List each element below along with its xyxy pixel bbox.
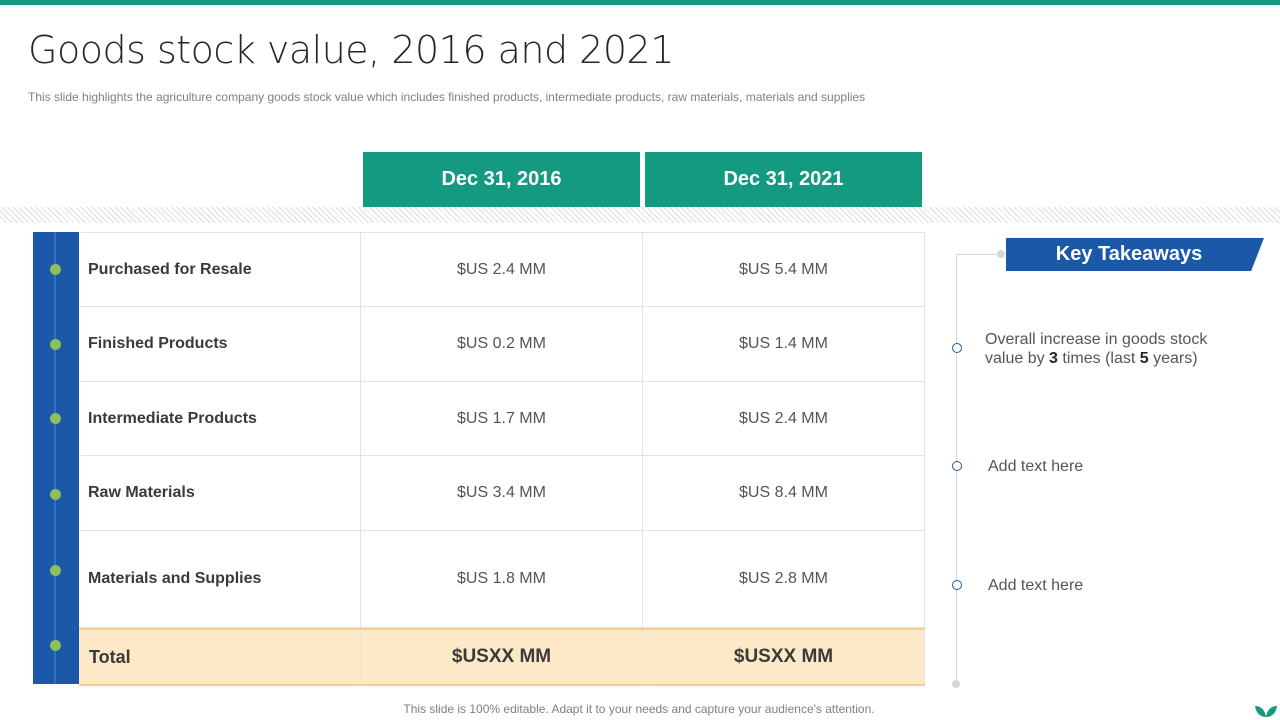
- table-row: Raw Materials $US 3.4 MM $US 8.4 MM: [79, 456, 925, 531]
- row-marker-dot: [50, 565, 61, 576]
- key-takeaways-heading: Key Takeaways: [1006, 238, 1264, 271]
- value-2021: $US 5.4 MM: [643, 233, 925, 306]
- timeline-endpoint: [952, 680, 960, 688]
- table-side-line: [54, 232, 56, 684]
- timeline-dot: [952, 343, 962, 353]
- table-row: Finished Products $US 0.2 MM $US 1.4 MM: [79, 307, 925, 382]
- timeline-dot: [952, 461, 962, 471]
- value-2021: $US 2.4 MM: [643, 382, 925, 455]
- page-title: Goods stock value, 2016 and 2021: [28, 28, 674, 72]
- value-2016: $US 0.2 MM: [361, 307, 643, 381]
- timeline-connector: [956, 254, 1002, 255]
- value-2016: $US 1.8 MM: [361, 531, 643, 627]
- value-2021: $US 8.4 MM: [643, 456, 925, 530]
- takeaway-2: Add text here: [988, 458, 1084, 475]
- value-2021: $US 2.8 MM: [643, 531, 925, 627]
- column-header-2016: Dec 31, 2016: [363, 152, 640, 207]
- table-row: Materials and Supplies $US 1.8 MM $US 2.…: [79, 531, 925, 628]
- row-marker-dot: [50, 640, 61, 651]
- takeaway-3: Add text here: [988, 577, 1084, 594]
- value-2016: $US 2.4 MM: [361, 233, 643, 306]
- row-marker-dot: [50, 489, 61, 500]
- row-label: Intermediate Products: [79, 382, 361, 455]
- takeaway-1: Overall increase in goods stock value by…: [985, 331, 1208, 367]
- table-row: Intermediate Products $US 1.7 MM $US 2.4…: [79, 382, 925, 456]
- value-2016: $US 1.7 MM: [361, 382, 643, 455]
- stock-value-table: Purchased for Resale $US 2.4 MM $US 5.4 …: [79, 232, 925, 686]
- hatched-divider: [0, 207, 1280, 223]
- row-marker-dot: [50, 264, 61, 275]
- timeline-endpoint: [997, 250, 1005, 258]
- row-label: Purchased for Resale: [79, 233, 361, 306]
- column-header-2021: Dec 31, 2021: [645, 152, 922, 207]
- table-row: Purchased for Resale $US 2.4 MM $US 5.4 …: [79, 233, 925, 307]
- total-row: Total $USXX MM $USXX MM: [79, 628, 925, 686]
- row-marker-dot: [50, 413, 61, 424]
- top-accent-bar: [0, 0, 1280, 5]
- row-label: Finished Products: [79, 307, 361, 381]
- value-2016: $US 3.4 MM: [361, 456, 643, 530]
- total-2016: $USXX MM: [361, 630, 643, 684]
- timeline-dot: [952, 580, 962, 590]
- leaf-logo-icon: [1255, 706, 1277, 717]
- row-marker-dot: [50, 339, 61, 350]
- value-2021: $US 1.4 MM: [643, 307, 925, 381]
- row-label: Materials and Supplies: [79, 531, 361, 627]
- footer-note: This slide is 100% editable. Adapt it to…: [403, 702, 875, 716]
- total-label: Total: [79, 630, 361, 684]
- row-label: Raw Materials: [79, 456, 361, 530]
- table-side-band: [33, 232, 79, 684]
- total-2021: $USXX MM: [643, 630, 925, 684]
- page-subtitle: This slide highlights the agriculture co…: [28, 90, 866, 104]
